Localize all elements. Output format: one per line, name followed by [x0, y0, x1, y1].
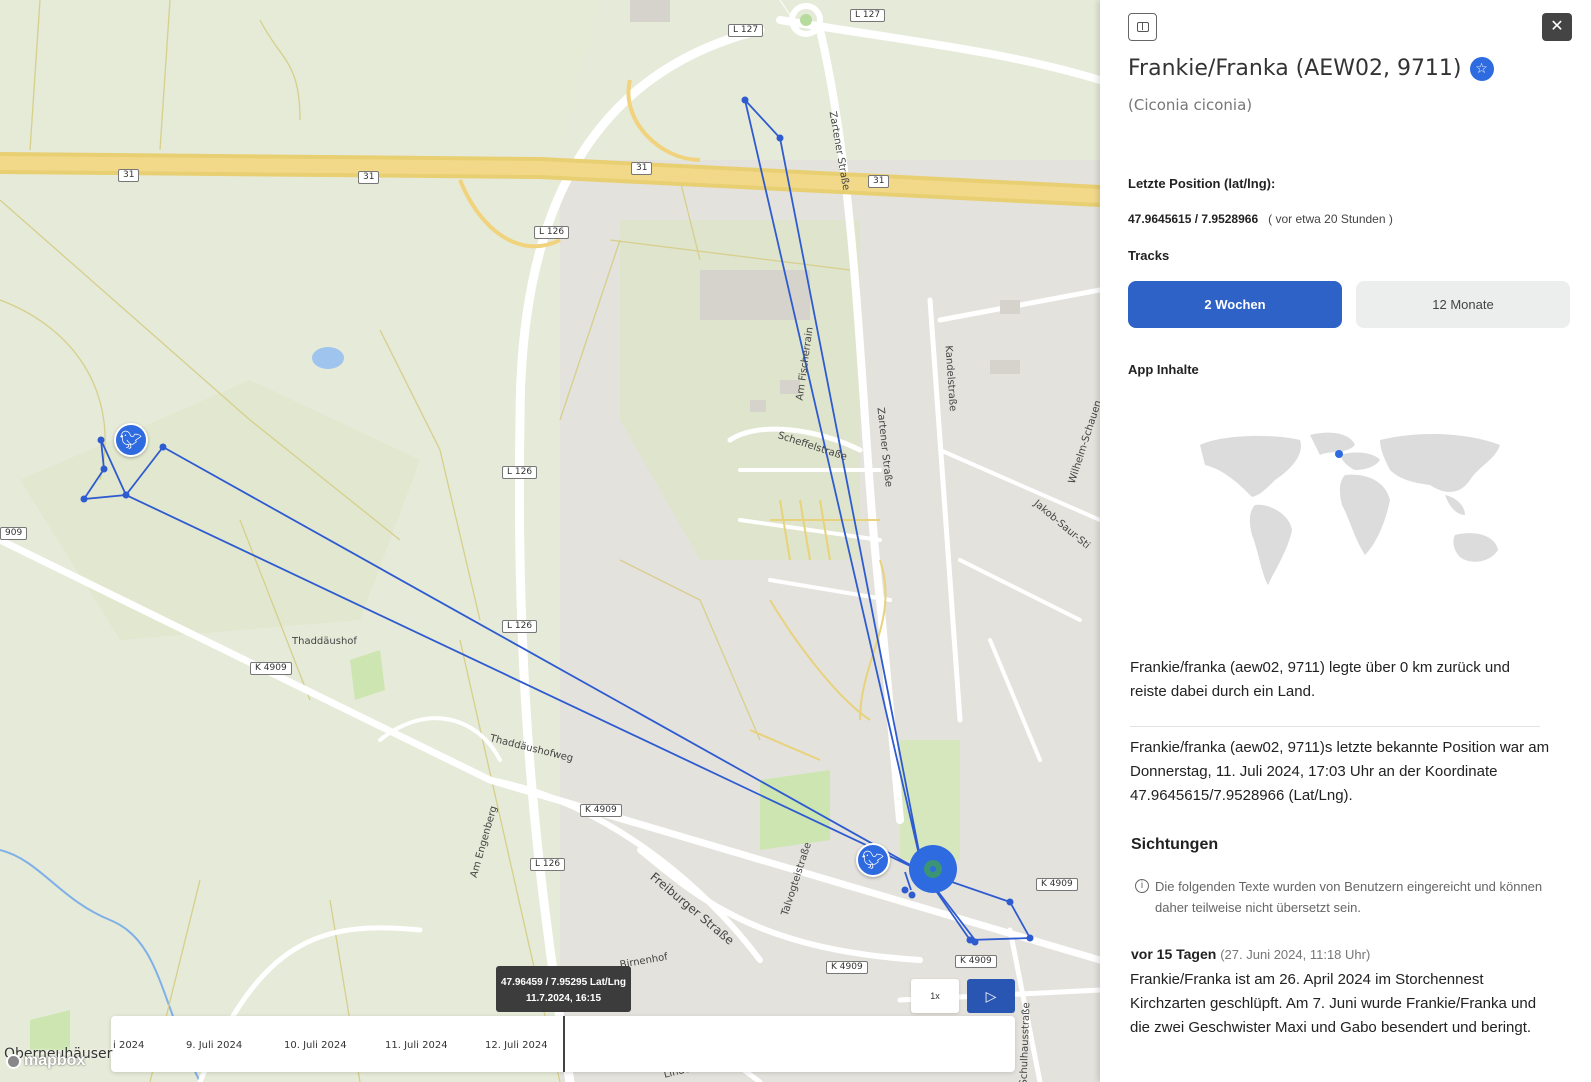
- bird-name: Frankie/Franka (AEW02, 9711) ☆: [1128, 56, 1494, 81]
- road-shield: L 126: [502, 620, 538, 633]
- sighting-timestamp: (27. Juni 2024, 11:18 Uhr): [1220, 947, 1371, 962]
- play-button[interactable]: ▷: [967, 979, 1015, 1013]
- star-icon[interactable]: ☆: [1469, 56, 1494, 81]
- close-button[interactable]: ✕: [1542, 13, 1572, 41]
- bird-name-text: Frankie/Franka (AEW02, 9711): [1128, 56, 1462, 81]
- sighting-text: Frankie/Franka ist am 26. April 2024 im …: [1130, 971, 1537, 1036]
- last-position-value: 47.9645615 / 7.9528966: [1128, 212, 1259, 226]
- road-shield: L 127: [850, 9, 886, 22]
- road-shield: 31: [868, 175, 890, 188]
- tracks-12-months-button[interactable]: 12 Monate: [1356, 281, 1570, 328]
- last-known-text: Frankie/franka (aew02, 9711)s letzte bek…: [1130, 739, 1550, 804]
- road-shield: 909: [0, 527, 28, 540]
- bird-latin-name: (Ciconia ciconia): [1128, 96, 1253, 114]
- road-shield: K 4909: [250, 662, 292, 675]
- summary-text: Frankie/franka (aew02, 9711) legte über …: [1130, 659, 1510, 700]
- timeline-label: 12. Juli 2024: [485, 1040, 548, 1051]
- road-shield: K 4909: [580, 804, 622, 817]
- road-shield: K 4909: [955, 955, 997, 968]
- road-shield: L 126: [502, 466, 538, 479]
- close-icon: ✕: [1550, 18, 1564, 35]
- map-base: [0, 0, 1100, 1082]
- last-position: 47.9645615 / 7.9528966 ( vor etwa 20 Stun…: [1128, 212, 1393, 226]
- road-shield: K 4909: [826, 961, 868, 974]
- road-shield: L 127: [728, 24, 764, 37]
- sightings-heading: Sichtungen: [1131, 836, 1219, 853]
- info-icon: i: [1135, 879, 1149, 893]
- position-tooltip: 47.96459 / 7.95295 Lat/Lng 11.7.2024, 16…: [496, 966, 631, 1012]
- last-position-ago: ( vor etwa 20 Stunden ): [1268, 212, 1393, 226]
- timeline-cursor[interactable]: [563, 1016, 565, 1072]
- sightings-note: i Die folgenden Texte wurden von Benutze…: [1135, 876, 1545, 918]
- road-shield: 31: [631, 162, 653, 175]
- timeline[interactable]: i 2024 9. Juli 2024 10. Juli 2024 11. Ju…: [111, 1016, 1015, 1072]
- road-shield: 31: [118, 169, 140, 182]
- sightings-note-text: Die folgenden Texte wurden von Benutzern…: [1155, 879, 1543, 915]
- mapbox-wordmark: mapbox: [24, 1052, 86, 1069]
- sighting-date: vor 15 Tagen (27. Juni 2024, 11:18 Uhr): [1131, 946, 1370, 962]
- mapbox-logo[interactable]: mapbox: [6, 1052, 85, 1070]
- sighting-ago: vor 15 Tagen: [1131, 946, 1217, 962]
- tooltip-time: 11.7.2024, 16:15: [525, 993, 602, 1004]
- timeline-label: i 2024: [113, 1040, 145, 1051]
- last-position-heading: Letzte Position (lat/lng):: [1128, 176, 1276, 191]
- mapbox-icon: [6, 1053, 21, 1069]
- divider: [1130, 726, 1540, 727]
- stork-icon: 🐦︎: [861, 849, 885, 870]
- playback-speed-button[interactable]: 1x: [911, 979, 959, 1013]
- world-map: [1200, 432, 1500, 585]
- road-shield: K 4909: [1036, 878, 1078, 891]
- location-dot: [1335, 450, 1343, 458]
- road-shield: L 126: [534, 226, 570, 239]
- timeline-label: 11. Juli 2024: [385, 1040, 448, 1051]
- bird-detail-panel: ✕ Frankie/Franka (AEW02, 9711) ☆ (Ciconi…: [1100, 0, 1591, 1082]
- road-shield: L 126: [530, 858, 566, 871]
- collapse-panel-button[interactable]: [1128, 13, 1157, 41]
- timeline-label: 10. Juli 2024: [284, 1040, 347, 1051]
- stork-marker[interactable]: 🐦︎: [856, 843, 890, 877]
- stork-marker[interactable]: 🐦︎: [114, 423, 148, 457]
- play-icon: ▷: [985, 988, 997, 1004]
- stork-icon: 🐦︎: [119, 429, 143, 450]
- timeline-label: 9. Juli 2024: [186, 1040, 243, 1051]
- tracks-heading: Tracks: [1128, 248, 1170, 263]
- road-shield: 31: [358, 171, 380, 184]
- tooltip-coords: 47.96459 / 7.95295 Lat/Lng: [500, 977, 627, 988]
- app-content-heading: App Inhalte: [1128, 362, 1199, 377]
- map-view[interactable]: L 127 L 127 31 31 31 31 L 126 L 126 L 12…: [0, 0, 1100, 1082]
- tracks-2-weeks-button[interactable]: 2 Wochen: [1128, 281, 1342, 328]
- place-label: Thaddäushof: [292, 636, 357, 647]
- sidebar-toggle-icon: [1136, 22, 1149, 32]
